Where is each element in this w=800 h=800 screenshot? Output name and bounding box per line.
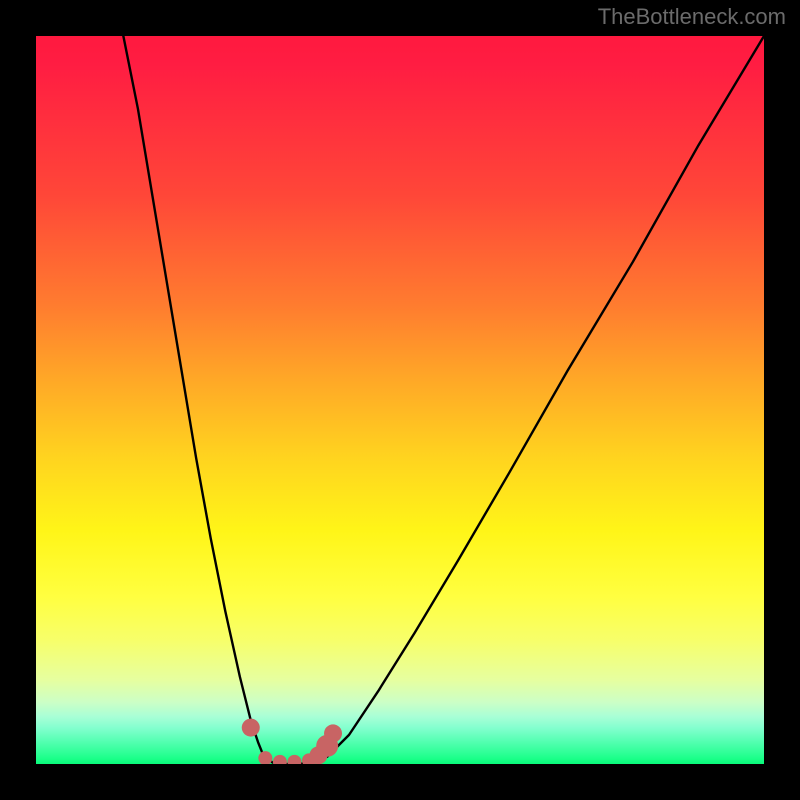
watermark-text: TheBottleneck.com bbox=[598, 4, 786, 30]
valley-marker bbox=[324, 724, 342, 742]
valley-marker bbox=[242, 719, 260, 737]
valley-marker bbox=[258, 751, 272, 764]
valley-marker bbox=[287, 755, 301, 764]
valley-marker bbox=[273, 755, 287, 764]
chart-svg bbox=[36, 36, 764, 764]
bottleneck-curve bbox=[123, 36, 764, 764]
plot-area bbox=[36, 36, 764, 764]
curve-path bbox=[123, 36, 764, 764]
outer-frame: TheBottleneck.com bbox=[0, 0, 800, 800]
